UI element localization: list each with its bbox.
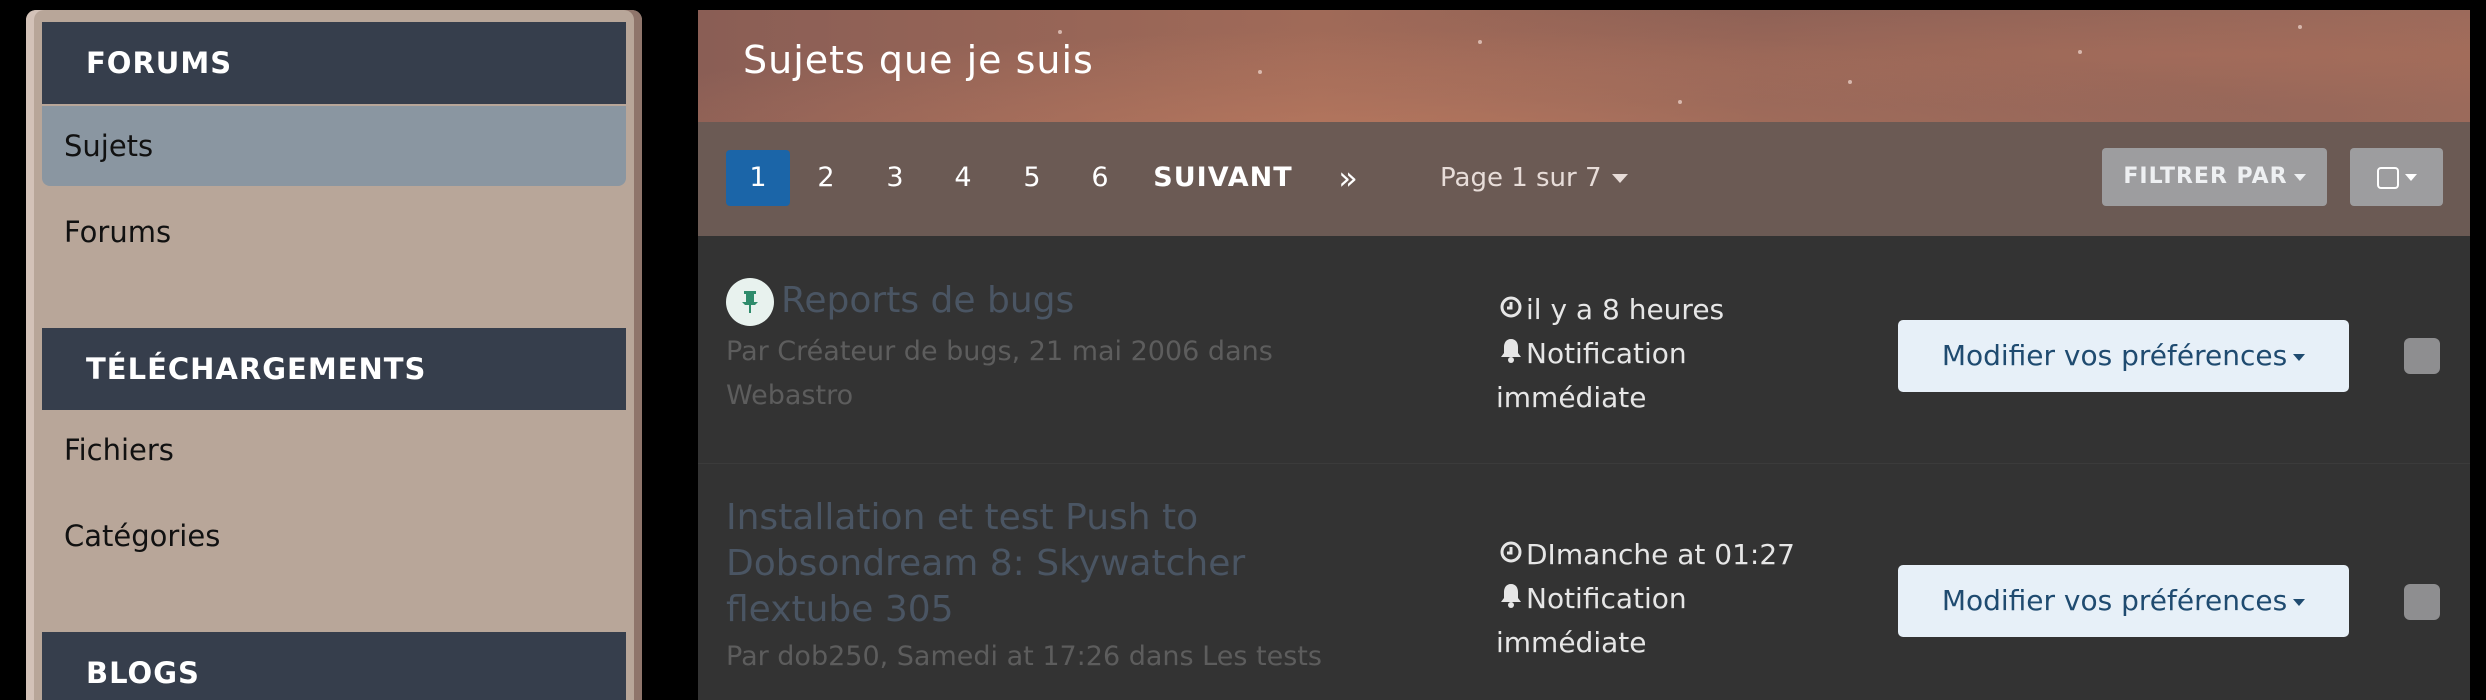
topic-info: DImanche at 01:27 Notification immédiate [1496,533,1795,665]
sidebar-item-sujets[interactable]: Sujets [42,106,626,186]
row-checkbox[interactable] [2404,584,2440,620]
chevron-down-icon [2293,353,2306,361]
page-3-button[interactable]: 3 [863,150,927,206]
filter-button[interactable]: FILTRER PAR [2102,148,2327,206]
last-activity-time: il y a 8 heures [1526,293,1725,326]
page-1-button[interactable]: 1 [726,150,790,206]
modify-preferences-button[interactable]: Modifier vos préférences [1898,320,2349,392]
topic-meta-line: Webastro [726,380,854,411]
sidebar-item-fichiers[interactable]: Fichiers [42,410,626,490]
last-page-button[interactable]: » [1316,150,1380,206]
select-all-menu-button[interactable] [2350,148,2443,206]
page-title: Sujets que je suis [743,38,1094,82]
notification-type: Notification [1526,337,1687,370]
notification-type-cont: immédiate [1496,626,1647,659]
page-banner: Sujets que je suis [698,10,2470,122]
page-5-button[interactable]: 5 [1000,150,1064,206]
sidebar-header-blogs: BLOGS [42,632,626,700]
toolbar: 1 2 3 4 5 6 SUIVANT » Page 1 sur 7 FILTR… [698,122,2470,236]
topic-info: il y a 8 heures Notification immédiate [1496,288,1724,420]
sidebar-header-telechargements: TÉLÉCHARGEMENTS [42,328,626,410]
topic-title-line: Installation et test Push to [726,497,1199,538]
notification-type-cont: immédiate [1496,381,1647,414]
next-page-button[interactable]: SUIVANT [1148,150,1298,206]
pref-button-label: Modifier vos préférences [1941,584,2288,617]
row-checkbox[interactable] [2404,338,2440,374]
page-6-button[interactable]: 6 [1068,150,1132,206]
bell-icon [1496,577,1526,621]
topic-title-line: flextube 305 [726,589,954,630]
topic-row: Installation et test Push to Dobsondream… [698,465,2470,700]
clock-icon [1496,533,1526,577]
topic-title-line: Dobsondream 8: Skywatcher [726,543,1246,584]
topic-row: Reports de bugs Par Créateur de bugs, 21… [698,236,2470,464]
sidebar-item-categories[interactable]: Catégories [42,496,626,576]
page-2-button[interactable]: 2 [794,150,858,206]
topic-meta: Par Créateur de bugs, 21 mai 2006 dans W… [726,330,1273,418]
chevron-down-icon [1611,174,1628,183]
page-jump-dropdown[interactable]: Page 1 sur 7 [1440,150,1628,206]
last-activity-time: DImanche at 01:27 [1526,538,1795,571]
bell-icon [1496,332,1526,376]
filter-label: FILTRER PAR [2123,164,2288,189]
clock-icon [1496,288,1526,332]
pref-button-label: Modifier vos préférences [1941,339,2288,372]
sidebar: FORUMS Sujets Forums TÉLÉCHARGEMENTS Fic… [26,10,642,700]
topic-meta-line: Par Créateur de bugs, 21 mai 2006 dans [726,336,1273,367]
topic-title-link[interactable]: Installation et test Push to Dobsondream… [726,495,1245,633]
main-panel: Sujets que je suis 1 2 3 4 5 6 SUIVANT »… [698,10,2470,700]
modify-preferences-button[interactable]: Modifier vos préférences [1898,565,2349,637]
chevron-down-icon [2293,598,2306,606]
page-4-button[interactable]: 4 [931,150,995,206]
sidebar-header-forums: FORUMS [42,22,626,104]
pin-icon [726,278,774,326]
topic-title-link[interactable]: Reports de bugs [781,278,1074,324]
sidebar-item-forums[interactable]: Forums [42,192,626,272]
topic-meta: Par dob250, Samedi at 17:26 dans Les tes… [726,641,1322,672]
chevron-down-icon [2293,173,2306,181]
chevron-down-icon [2404,174,2417,181]
page-of-label: Page 1 sur 7 [1440,163,1602,193]
checkbox-icon [2376,166,2399,189]
notification-type: Notification [1526,582,1687,615]
